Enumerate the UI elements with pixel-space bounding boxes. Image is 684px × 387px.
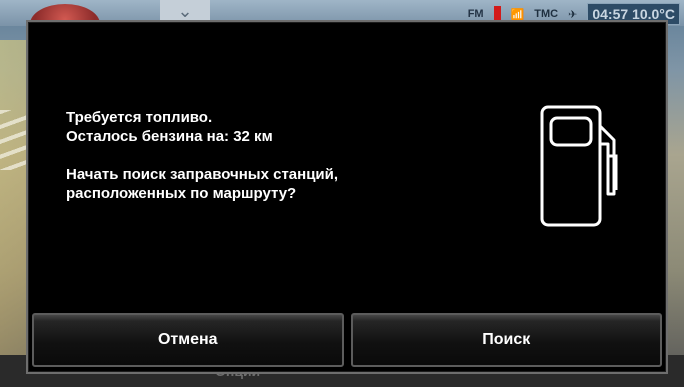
fuel-pump-icon xyxy=(540,105,618,227)
remaining-range-text: Осталось бензина на: 32 км xyxy=(66,128,273,145)
signal-icon: 📶 xyxy=(510,8,525,21)
dialog-button-bar: Отмена Поиск xyxy=(32,313,662,367)
search-prompt-line1: Начать поиск заправочных станций, xyxy=(66,166,339,183)
satellite-icon: ✈ xyxy=(568,8,578,21)
low-fuel-dialog: Требуется топливо. Осталось бензина на: … xyxy=(26,20,668,374)
dialog-message: Требуется топливо. Осталось бензина на: … xyxy=(66,108,486,203)
navigation-screen: ⌄ FM 📶 TMC ✈ 04:57 10.0°C Опции Требуетс… xyxy=(0,0,684,387)
radio-band-indicator: FM xyxy=(467,8,484,20)
cancel-button[interactable]: Отмена xyxy=(32,313,344,367)
search-prompt-line2: расположенных по маршруту? xyxy=(66,185,297,202)
tmc-indicator: TMC xyxy=(534,8,559,20)
search-button[interactable]: Поиск xyxy=(350,313,662,367)
fuel-required-text: Требуется топливо. xyxy=(66,109,213,126)
